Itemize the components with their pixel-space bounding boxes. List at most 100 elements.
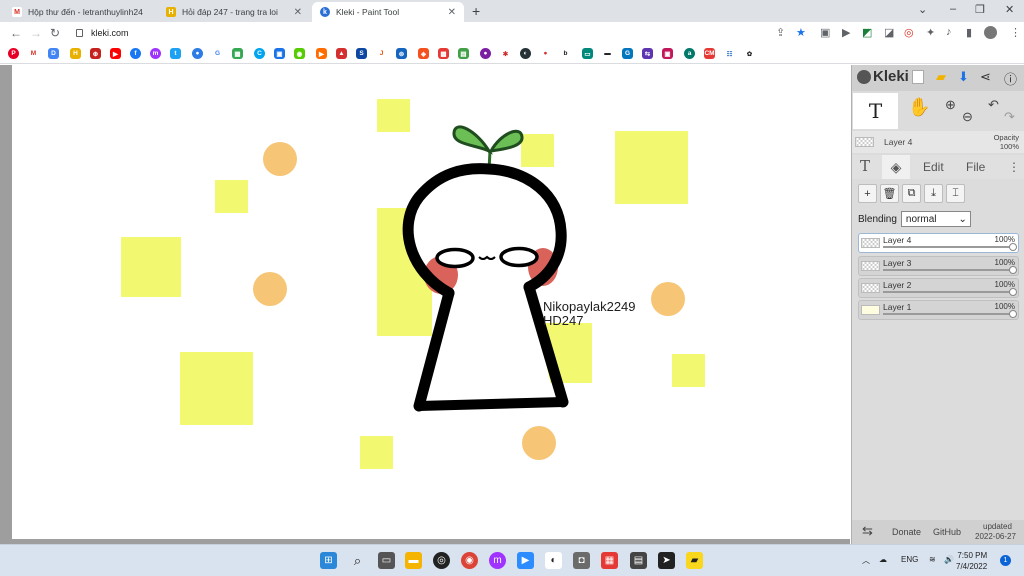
blending-select[interactable]: normal ⌄ [900,211,971,227]
duplicate-layer-icon[interactable]: ⧉ [902,184,921,203]
messenger-icon[interactable]: m [489,552,506,569]
hoidap-icon[interactable]: H [70,48,81,59]
notification-badge[interactable]: 1 [1000,555,1011,566]
layer-item[interactable]: Layer 1 100% [858,300,1019,320]
add-layer-icon[interactable]: + [858,184,877,203]
google-icon[interactable]: G [212,48,223,59]
pinterest-icon[interactable]: P [8,48,19,59]
bookmark-icon[interactable]: ⊕ [90,48,101,59]
layer-opacity-slider[interactable] [883,310,1017,318]
extension-icon[interactable]: ◪ [884,26,894,39]
share-icon[interactable]: ⋖ [980,69,991,85]
taskbar-clock[interactable]: 7:50 PM 7/4/2022 [956,550,987,572]
tab-tool-settings[interactable]: T [860,157,870,175]
extension-icon[interactable]: ▣ [820,26,830,39]
restore-button[interactable]: ❐ [975,3,985,16]
swap-icon[interactable]: ⇆ [862,523,873,539]
tab-edit[interactable]: Edit [923,160,944,174]
current-layer-bar[interactable]: Layer 4 Opacity 100% [852,131,1024,153]
bookmark-icon[interactable]: ▩ [438,48,449,59]
sticky-notes-icon[interactable]: ▰ [686,552,703,569]
redo-icon[interactable]: ↷ [1004,109,1015,125]
reload-icon[interactable]: ↻ [50,26,60,40]
address-bar[interactable]: kleki.com [68,24,816,42]
facebook-icon[interactable]: f [130,48,141,59]
tab-layers[interactable]: ◈ [882,155,910,179]
layer-opacity-slider[interactable] [883,243,1017,251]
messenger-icon[interactable]: m [150,48,161,59]
tray-chevron-icon[interactable]: ︿ [862,555,870,566]
donate-link[interactable]: Donate [892,527,921,537]
bookmark-icon[interactable]: ⇆ [642,48,653,59]
download-icon[interactable]: ⬇ [958,69,969,85]
open-folder-icon[interactable]: ▰ [936,69,946,85]
bookmark-icon[interactable]: CM [704,48,715,59]
windows-start-icon[interactable]: ⊞ [320,552,337,569]
bookmark-icon[interactable]: ▶ [316,48,327,59]
app-icon[interactable]: ▦ [601,552,618,569]
text-tool-button[interactable]: T [853,93,898,129]
bookmark-icon[interactable]: ▭ [582,48,593,59]
bookmark-icon[interactable]: ◐ [520,48,531,59]
tab-search-icon[interactable]: ⌄ [918,3,927,16]
app-icon[interactable]: ▤ [630,552,647,569]
zoom-in-icon[interactable]: ⊕ [945,97,956,113]
chrome-icon[interactable]: ◉ [461,552,478,569]
tab-kleki[interactable]: k Kleki - Paint Tool ✕ [312,2,464,22]
layer-opacity-slider[interactable] [883,266,1017,274]
bookmark-icon[interactable]: ▲ [336,48,347,59]
github-link[interactable]: GitHub [933,527,961,537]
bookmark-icon[interactable]: S [356,48,367,59]
sidebar-icon[interactable]: ▮ [966,26,972,39]
duolingo-icon[interactable]: ◉ [294,48,305,59]
file-explorer-icon[interactable]: ▬ [405,552,422,569]
zoom-icon[interactable]: ▶ [517,552,534,569]
bookmark-icon[interactable]: ▤ [458,48,469,59]
close-tab-icon[interactable]: ✕ [294,7,302,18]
bookmark-icon[interactable]: ● [192,48,203,59]
tab-gmail[interactable]: M Hộp thư đến - letranthuylinh24 [4,2,156,22]
slider-knob[interactable] [1009,266,1017,274]
back-icon[interactable]: ← [10,26,22,40]
extension-icon[interactable]: ◩ [862,26,872,39]
hand-tool-icon[interactable]: ✋ [908,97,930,118]
twitter-icon[interactable]: t [170,48,181,59]
bookmark-icon[interactable]: b [560,48,571,59]
minimize-button[interactable]: – [950,3,956,15]
menu-icon[interactable]: ⋮ [1010,26,1021,39]
cursor-app-icon[interactable]: ➤ [658,552,675,569]
share-icon[interactable]: ⇪ [776,26,785,39]
delete-layer-icon[interactable]: 🗑 [880,184,899,203]
slider-knob[interactable] [1009,288,1017,296]
help-icon[interactable]: ⓘ [1004,69,1017,88]
zoom-out-icon[interactable]: ⊖ [962,109,973,125]
bookmark-icon[interactable]: a [684,48,695,59]
app-icon[interactable]: ◎ [433,552,450,569]
slider-knob[interactable] [1009,310,1017,318]
paw-icon[interactable]: ✿ [744,48,755,59]
app-icon[interactable]: ◐ [545,552,562,569]
media-icon[interactable]: ♪ [946,26,952,38]
task-view-icon[interactable]: ▭ [378,552,395,569]
apple-icon[interactable]: ● [540,48,551,59]
language-indicator[interactable]: ENG [901,555,918,564]
undo-icon[interactable]: ↶ [988,97,999,113]
bookmark-icon[interactable]: G [622,48,633,59]
layer-item[interactable]: Layer 2 100% [858,278,1019,298]
tab-hoidap[interactable]: H Hỏi đáp 247 - trang tra loi ✕ [158,2,310,22]
bookmark-icon[interactable]: ▣ [274,48,285,59]
merge-down-icon[interactable]: ⤓ [924,184,943,203]
tray-cloud-icon[interactable]: ☁ [879,555,887,564]
rename-layer-icon[interactable]: ⌶ [946,184,965,203]
more-options-icon[interactable]: ⋮ [1008,160,1020,174]
profile-avatar[interactable] [984,26,997,39]
bookmark-icon[interactable]: ▬ [602,48,613,59]
new-image-icon[interactable] [912,70,924,84]
bookmark-icon[interactable]: C [254,48,265,59]
youtube-icon[interactable]: ▶ [110,48,121,59]
bookmark-icon[interactable]: ◈ [418,48,429,59]
wifi-icon[interactable]: ≋ [929,555,936,564]
extension-icon[interactable]: ◎ [904,26,914,39]
forward-icon[interactable]: → [30,26,42,40]
bookmark-icon[interactable]: ✱ [500,48,511,59]
